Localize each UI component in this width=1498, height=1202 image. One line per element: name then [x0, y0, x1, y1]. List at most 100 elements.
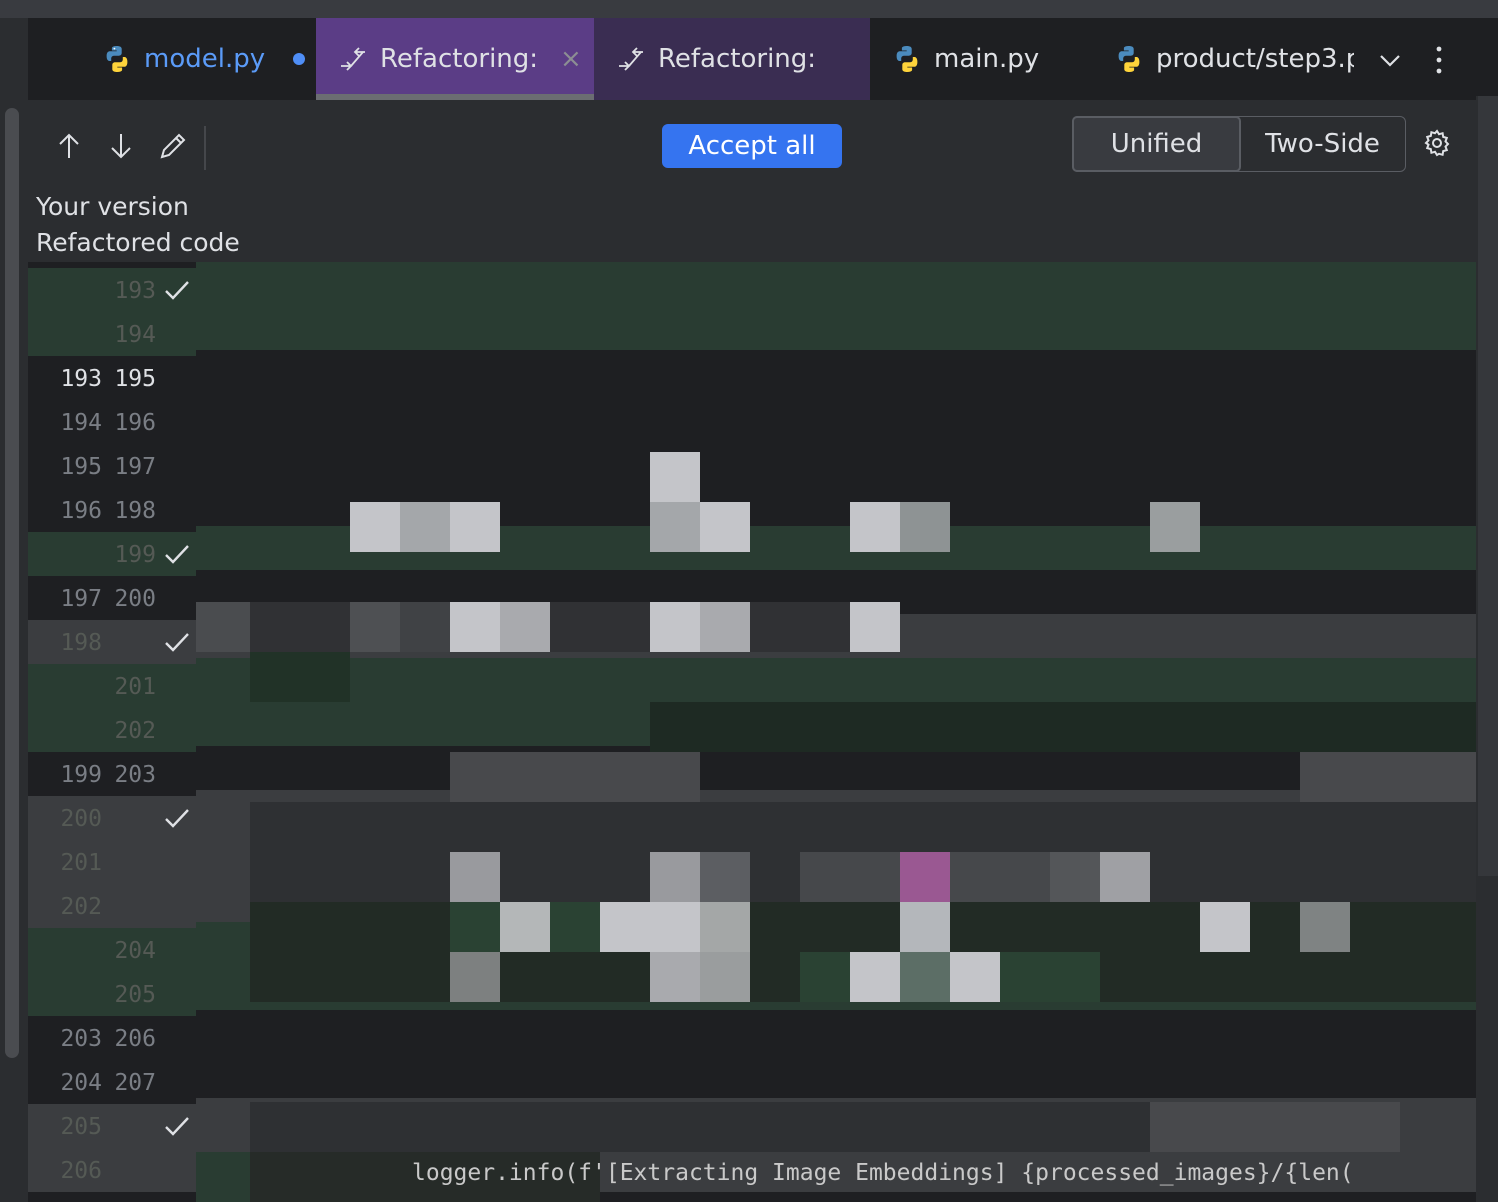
gutter-row: 197 200: [28, 576, 196, 620]
gutter-row: 196 198: [28, 488, 196, 532]
gutter-row: 204 207: [28, 1060, 196, 1104]
toolbar-separator: [204, 126, 206, 170]
left-scrollbar[interactable]: [5, 108, 19, 1058]
obscured-code-fragment: [550, 602, 650, 652]
gutter-row: 205: [28, 972, 196, 1016]
obscured-code-fragment: [700, 902, 750, 952]
obscured-code-fragment: [400, 602, 450, 652]
python-icon: [896, 46, 918, 72]
accept-change-check-icon[interactable]: [162, 1112, 192, 1140]
new-line-number: 198: [114, 498, 156, 524]
tab-model-py[interactable]: model.py: [102, 18, 316, 100]
arrow-down-icon[interactable]: [106, 130, 136, 162]
python-icon: [1118, 46, 1140, 72]
code-line[interactable]: [196, 262, 1476, 312]
obscured-code-fragment: [1050, 852, 1100, 902]
code-line[interactable]: [196, 1010, 1476, 1060]
accept-change-check-icon[interactable]: [162, 276, 192, 304]
obscured-code-fragment: [700, 602, 750, 652]
accept-all-button[interactable]: Accept all: [662, 124, 842, 168]
accept-change-check-icon[interactable]: [162, 628, 192, 656]
obscured-code-fragment: [250, 652, 350, 702]
tab-label: model.py: [144, 44, 266, 74]
chevron-down-icon[interactable]: [1372, 42, 1408, 78]
old-line-number: 194: [60, 410, 102, 436]
old-line-number: 205: [60, 1114, 102, 1140]
editor-tab-bar: model.py Refactoring: × Refactoring: mai…: [28, 18, 1476, 100]
obscured-code-fragment: [950, 902, 1200, 952]
arrow-up-icon[interactable]: [54, 130, 84, 162]
obscured-code-fragment: [1350, 902, 1476, 952]
code-line[interactable]: [196, 394, 1476, 444]
obscured-code-fragment: [450, 502, 500, 552]
old-line-number: 195: [60, 454, 102, 480]
code-line[interactable]: [196, 1054, 1476, 1104]
more-vertical-icon[interactable]: [1424, 44, 1454, 76]
pencil-icon[interactable]: [158, 130, 188, 162]
old-line-number: 206: [60, 1158, 102, 1184]
new-line-number: 206: [114, 1026, 156, 1052]
obscured-code-fragment: [700, 852, 750, 902]
gutter-row: 202: [28, 884, 196, 928]
obscured-code-fragment: [250, 602, 350, 652]
gutter-row: 194: [28, 312, 196, 356]
code-line[interactable]: [196, 306, 1476, 356]
gutter-row: 200: [28, 796, 196, 840]
obscured-code-fragment: [1300, 752, 1476, 802]
obscured-code-fragment: [196, 602, 250, 652]
obscured-code-fragment: [800, 852, 900, 902]
obscured-code-fragment: [550, 902, 600, 952]
diff-editor[interactable]: 193 194 193 195 194 196 195 197 196 198 199 197 200 1…: [28, 262, 1476, 1202]
tab-main-py[interactable]: main.py: [892, 18, 1092, 100]
tab-product-step3[interactable]: product/step3.p: [1114, 18, 1354, 100]
old-line-number: 196: [60, 498, 102, 524]
obscured-code-fragment: [900, 902, 950, 952]
accept-change-check-icon[interactable]: [162, 804, 192, 832]
obscured-code-fragment: [650, 952, 700, 1002]
code-line[interactable]: [196, 438, 1476, 488]
right-scrollbar-thumb[interactable]: [1478, 96, 1498, 876]
gutter-row: 193 195: [28, 356, 196, 400]
new-line-number: 200: [114, 586, 156, 612]
close-tab-icon[interactable]: ×: [560, 44, 582, 74]
gutter-row: 194 196: [28, 400, 196, 444]
obscured-code-fragment: [450, 902, 500, 952]
gear-icon[interactable]: [1422, 128, 1452, 158]
obscured-code-fragment: [800, 952, 850, 1002]
accept-change-check-icon[interactable]: [162, 540, 192, 568]
old-line-number: 193: [60, 366, 102, 392]
gutter-row: 203 206: [28, 1016, 196, 1060]
obscured-code-fragment: [900, 502, 950, 552]
new-line-number: 196: [114, 410, 156, 436]
obscured-code-fragment: [1150, 502, 1200, 552]
new-line-number: 202: [114, 718, 156, 744]
obscured-code-fragment: [650, 452, 700, 502]
obscured-code-fragment: [650, 852, 700, 902]
gutter-row: 201: [28, 840, 196, 884]
unified-mode-button[interactable]: Unified: [1072, 116, 1241, 172]
obscured-code-fragment: [900, 952, 950, 1002]
obscured-code-fragment: [450, 852, 500, 902]
obscured-code-fragment: [650, 702, 1476, 752]
refactoring-icon: [341, 47, 365, 71]
obscured-code-fragment: [1100, 852, 1150, 902]
new-line-number: 193: [114, 278, 156, 304]
diff-toolbar: Accept all Unified Two-Side: [28, 100, 1476, 192]
new-line-number: 199: [114, 542, 156, 568]
obscured-code-fragment: [1250, 902, 1300, 952]
obscured-code-fragment: [500, 902, 550, 952]
code-line[interactable]: [196, 658, 1476, 708]
code-line[interactable]: [196, 350, 1476, 400]
obscured-code-fragment: [850, 502, 900, 552]
gutter-row: 206: [28, 1148, 196, 1192]
obscured-code-fragment: [450, 952, 500, 1002]
tab-refactoring-active[interactable]: Refactoring: ×: [316, 18, 594, 100]
obscured-code-fragment: [600, 902, 700, 952]
tab-refactoring[interactable]: Refactoring:: [594, 18, 870, 100]
tab-label: product/step3.p: [1156, 44, 1354, 74]
obscured-code-fragment: [250, 1102, 1150, 1152]
old-line-number: 202: [60, 894, 102, 920]
two-side-mode-button[interactable]: Two-Side: [1240, 117, 1405, 171]
code-line[interactable]: [196, 746, 1476, 796]
old-line-number: 203: [60, 1026, 102, 1052]
